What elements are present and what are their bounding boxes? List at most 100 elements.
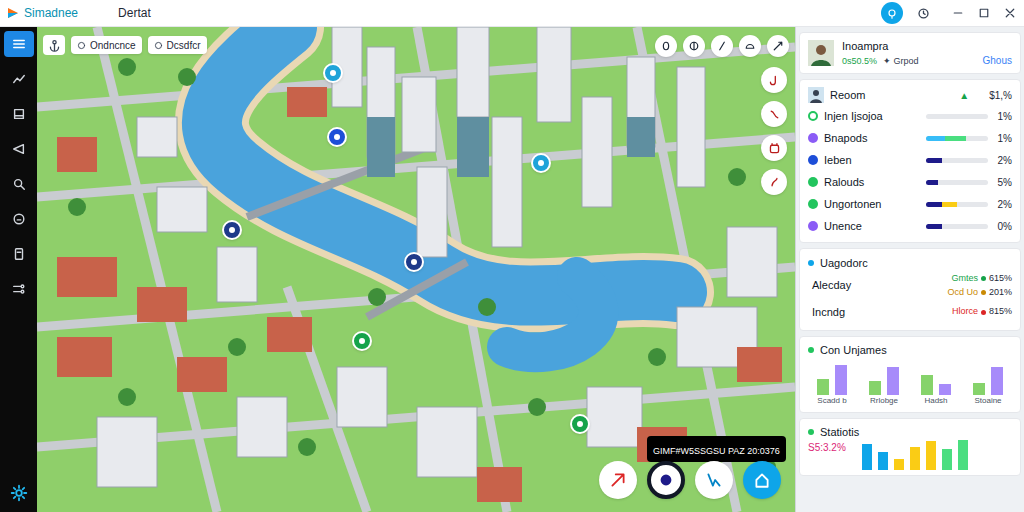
home-icon[interactable]	[743, 461, 781, 499]
usage-entry-name: Hlorce	[952, 305, 978, 319]
chart-bars	[964, 363, 1012, 395]
usage-card: UagodorcAlecdayGmtes615%Ocd Uo201%Incndg…	[799, 248, 1021, 331]
chart-bar	[887, 367, 899, 395]
row-name: Bnapods	[824, 130, 920, 147]
chart-label: Rrlobge	[870, 395, 898, 407]
chip-icon	[154, 41, 163, 50]
history-icon[interactable]	[917, 7, 930, 20]
announce-icon[interactable]	[4, 136, 34, 162]
assistant-icon[interactable]	[881, 2, 903, 24]
curve-icon[interactable]	[761, 101, 787, 127]
tooltip-text: GIMF#W5SSGSU PAZ 20:0376	[653, 446, 780, 456]
chip-icon	[77, 41, 86, 50]
row-bar-fill	[926, 158, 942, 163]
usage-entry: Hlorce815%	[952, 305, 1012, 319]
minimize-icon[interactable]	[952, 7, 964, 19]
route-icon[interactable]	[599, 461, 637, 499]
bar-chart: Scadd b Rrlobge Hadsh Stoaine	[808, 363, 1012, 407]
dome-icon[interactable]	[739, 35, 761, 57]
chart-group: Stoaine	[964, 363, 1012, 407]
chart-bar	[817, 379, 829, 395]
city-map[interactable]: Ondncnce Dcsdfcr GIMF#W5SSGSU PAZ 20:0376	[37, 27, 795, 512]
overview-row[interactable]: Ungortonen2%	[808, 193, 1012, 215]
row-dot	[808, 199, 818, 209]
robot-icon[interactable]	[761, 135, 787, 161]
station-bar	[926, 441, 936, 470]
row-bar	[926, 158, 988, 163]
map-tooltip: GIMF#W5SSGSU PAZ 20:0376	[647, 436, 786, 462]
map-filter-chip[interactable]: Ondncnce	[71, 36, 142, 54]
overview-row[interactable]: Unence0%	[808, 215, 1012, 237]
record-icon[interactable]	[647, 461, 685, 499]
map-pin-icon[interactable]	[531, 153, 551, 173]
map-tools	[655, 35, 789, 57]
station-bar	[894, 459, 904, 470]
path-icon[interactable]	[761, 169, 787, 195]
map-pin-icon[interactable]	[352, 331, 372, 351]
chart-bar	[939, 384, 951, 395]
menu-icon[interactable]	[4, 31, 34, 57]
chart-bars	[808, 363, 856, 395]
close-icon[interactable]	[1004, 7, 1016, 19]
expand-icon[interactable]	[767, 35, 789, 57]
profile-link[interactable]: Ghous	[983, 53, 1012, 68]
map-pin-icon[interactable]	[327, 127, 347, 147]
usage-title: Uagodorc	[820, 255, 868, 272]
oval-icon[interactable]	[655, 35, 677, 57]
row-value: 1%	[998, 109, 1012, 124]
chart-icon[interactable]	[4, 66, 34, 92]
map-filter-chip[interactable]: Dcsdfcr	[148, 36, 207, 54]
usage-label: Alecday	[808, 277, 851, 294]
app-title: Simadnee	[24, 4, 78, 22]
status-icon[interactable]	[4, 206, 34, 232]
gear-icon[interactable]	[10, 484, 28, 502]
overview-row[interactable]: Ralouds5%	[808, 171, 1012, 193]
overview-row[interactable]: Injen Ijsojoa1%	[808, 105, 1012, 127]
usage-entry: Ocd Uo201%	[947, 286, 1012, 300]
profile-stat: 0s50.5%	[842, 55, 877, 69]
usage-entry-value: 615%	[989, 272, 1012, 286]
row-bar	[926, 114, 988, 119]
stations-header: Statiotis	[808, 424, 1012, 441]
panel-icon[interactable]	[4, 101, 34, 127]
profile-tag: ✦ Grpod	[883, 55, 919, 69]
sidebar	[0, 27, 37, 512]
compass-icon[interactable]	[683, 35, 705, 57]
overview-avatar-icon	[808, 87, 824, 103]
usage-entry-name: Ocd Uo	[947, 286, 978, 300]
anchor-icon[interactable]	[43, 35, 65, 55]
search-icon[interactable]	[4, 171, 34, 197]
avatar-icon	[808, 40, 834, 66]
chart-label: Stoaine	[974, 395, 1001, 407]
chart-dot	[808, 347, 814, 353]
settings-list-icon[interactable]	[4, 276, 34, 302]
chart-label: Hadsh	[924, 395, 947, 407]
map-pin-icon[interactable]	[323, 63, 343, 83]
map-pin-icon[interactable]	[570, 414, 590, 434]
station-bar	[862, 444, 872, 470]
map-pin-icon[interactable]	[222, 220, 242, 240]
maximize-icon[interactable]	[978, 7, 990, 19]
hook-icon[interactable]	[761, 67, 787, 93]
chart-bars	[912, 363, 960, 395]
map-toolbar: Ondncnce Dcsdfcr	[43, 35, 207, 55]
document-title: Dertat	[118, 4, 151, 22]
row-bar	[926, 180, 988, 185]
row-bar	[926, 224, 988, 229]
overview-row[interactable]: Bnapods1%	[808, 127, 1012, 149]
row-dot	[808, 133, 818, 143]
usage-row: AlecdayGmtes615%Ocd Uo201%	[808, 272, 1012, 299]
chart-bar	[869, 381, 881, 395]
line-icon[interactable]	[711, 35, 733, 57]
document-icon[interactable]	[4, 241, 34, 267]
row-bar	[926, 136, 988, 141]
measure-icon[interactable]	[695, 461, 733, 499]
overview-card: Reoom▲$1,%Injen Ijsojoa1%Bnapods1%Ieben2…	[799, 79, 1021, 243]
chart-bar	[991, 367, 1003, 395]
usage-row: IncndgHlorce815%	[808, 299, 1012, 325]
chart-group: Scadd b	[808, 363, 856, 407]
overview-row[interactable]: Ieben2%	[808, 149, 1012, 171]
row-bar-fill	[945, 136, 967, 141]
chip-label: Dcsdfcr	[167, 38, 201, 53]
map-pin-icon[interactable]	[404, 252, 424, 272]
